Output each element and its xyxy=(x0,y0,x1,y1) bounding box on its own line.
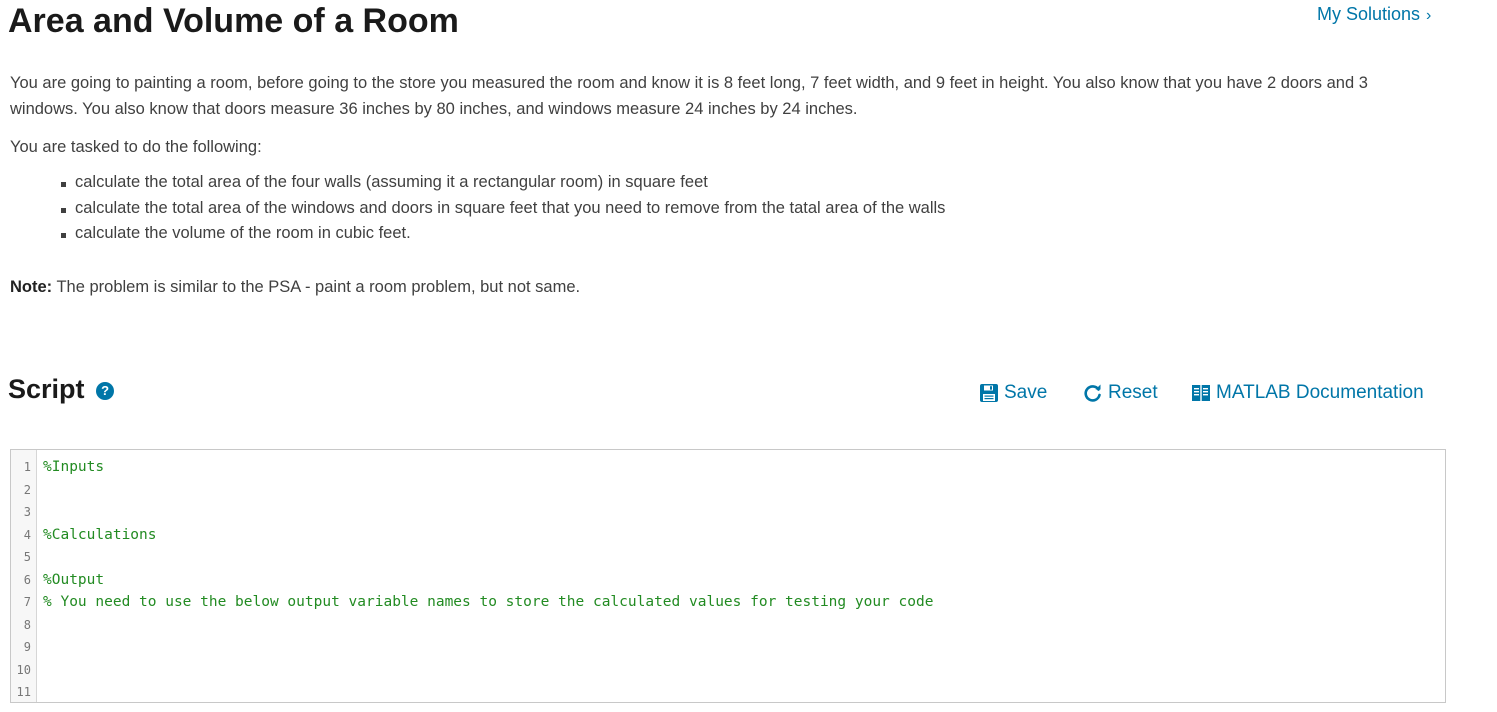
save-label: Save xyxy=(1004,382,1048,403)
docs-label: MATLAB Documentation xyxy=(1216,382,1424,403)
line-number: 8 xyxy=(23,617,31,632)
code-line[interactable]: 9 xyxy=(11,636,1445,659)
task-item: calculate the volume of the room in cubi… xyxy=(61,221,1390,247)
line-number: 3 xyxy=(23,505,31,519)
code-line[interactable]: 6 %Output xyxy=(11,569,1445,592)
note-label: Note: xyxy=(10,278,53,296)
code-text[interactable]: %Calculations xyxy=(43,524,157,547)
task-intro: You are tasked to do the following: xyxy=(10,138,262,156)
my-solutions-link[interactable]: My Solutions › xyxy=(1317,3,1431,27)
code-text[interactable]: %Inputs xyxy=(43,456,104,479)
code-line[interactable]: 8 xyxy=(11,614,1445,637)
code-text[interactable]: %Output xyxy=(43,569,104,592)
refresh-icon xyxy=(1084,384,1101,402)
line-number: 1 xyxy=(23,460,31,474)
line-number: 11 xyxy=(16,685,31,699)
page-title: Area and Volume of a Room xyxy=(8,2,459,40)
line-number: 6 xyxy=(23,572,31,587)
line-number: 10 xyxy=(16,662,31,677)
reset-label: Reset xyxy=(1108,382,1158,403)
code-line[interactable]: 4 %Calculations xyxy=(11,524,1445,547)
line-number: 4 xyxy=(23,527,31,542)
problem-description: You are going to painting a room, before… xyxy=(10,70,1390,247)
problem-paragraph: You are going to painting a room, before… xyxy=(10,74,1368,118)
line-number: 9 xyxy=(23,640,31,654)
code-line[interactable]: 10 xyxy=(11,659,1445,682)
chevron-right-icon: › xyxy=(1426,7,1432,24)
code-line[interactable]: 5 xyxy=(11,546,1445,569)
my-solutions-label: My Solutions xyxy=(1317,4,1421,24)
line-number: 7 xyxy=(23,595,31,609)
book-icon xyxy=(1192,385,1210,401)
code-editor[interactable]: 1 %Inputs 2 3 4 %Calculations 5 6 %Outpu… xyxy=(10,449,1446,703)
task-item: calculate the total area of the windows … xyxy=(61,196,1390,222)
reset-button[interactable]: Reset xyxy=(1083,381,1158,405)
save-button[interactable]: Save xyxy=(979,381,1047,405)
script-title: Script xyxy=(8,374,85,404)
code-line[interactable]: 11 xyxy=(11,681,1445,702)
matlab-documentation-link[interactable]: MATLAB Documentation xyxy=(1191,381,1424,405)
code-line[interactable]: 3 xyxy=(11,501,1445,524)
note-text: The problem is similar to the PSA - pain… xyxy=(52,278,581,296)
help-icon[interactable]: ? xyxy=(96,382,115,400)
line-number: 5 xyxy=(23,550,31,564)
floppy-disk-icon xyxy=(980,384,998,402)
script-heading: Script ? xyxy=(8,371,115,407)
code-line[interactable]: 1 %Inputs xyxy=(11,456,1445,479)
task-item: calculate the total area of the four wal… xyxy=(61,170,1390,196)
problem-note: Note: The problem is similar to the PSA … xyxy=(10,274,580,300)
line-number: 2 xyxy=(23,482,31,497)
code-text[interactable]: % You need to use the below output varia… xyxy=(43,591,933,614)
code-line[interactable]: 7 % You need to use the below output var… xyxy=(11,591,1445,614)
code-line[interactable]: 2 xyxy=(11,479,1445,502)
task-list: calculate the total area of the four wal… xyxy=(10,170,1390,247)
